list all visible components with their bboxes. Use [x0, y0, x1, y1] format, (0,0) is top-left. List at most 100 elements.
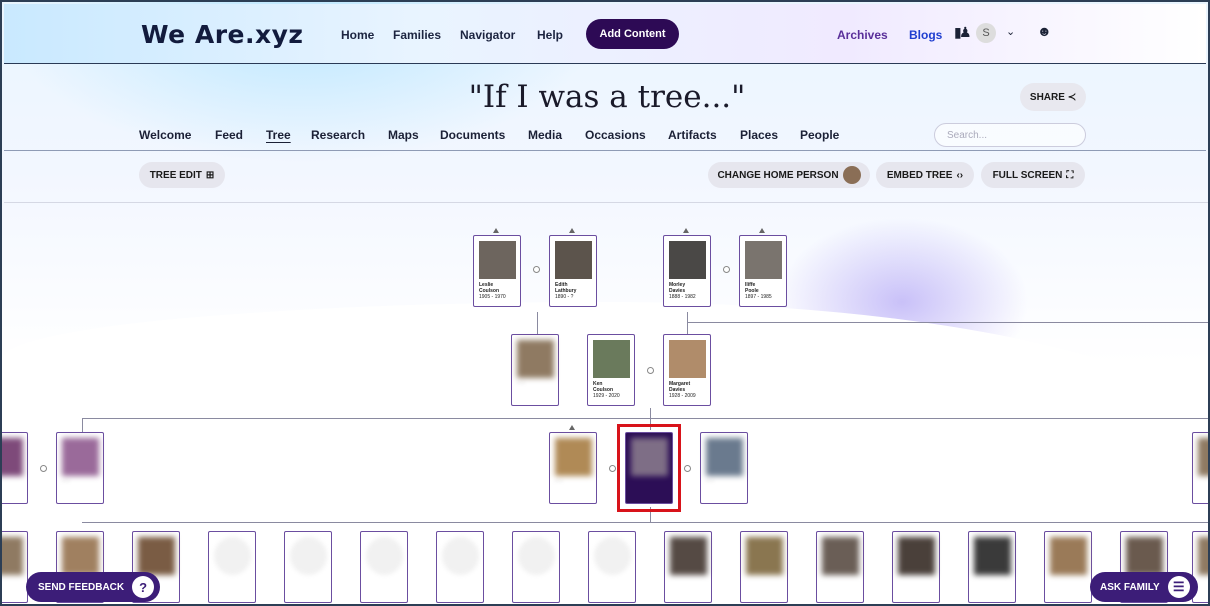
marriage-connector	[40, 465, 47, 472]
tab-media[interactable]: Media	[528, 128, 562, 142]
marriage-connector	[647, 367, 654, 374]
tree-icon: ⊞	[205, 169, 215, 181]
marriage-connector	[533, 266, 540, 273]
person-card[interactable]	[436, 531, 484, 603]
person-name: · · ·	[706, 479, 714, 485]
nav-help[interactable]: Help	[537, 28, 563, 42]
expand-arrow-icon[interactable]	[759, 228, 765, 233]
person-card[interactable]	[1044, 531, 1092, 603]
person-card[interactable]	[208, 531, 256, 603]
person-card-leslie[interactable]: Leslie Coulson 1905 - 1970	[473, 235, 521, 307]
person-card-sibling[interactable]: · · ·	[700, 432, 748, 504]
person-name: Leslie Coulson 1905 - 1970	[479, 282, 506, 300]
person-card[interactable]	[2, 432, 28, 504]
person-name: Iliffe Poole 1897 - 1985	[745, 282, 772, 300]
person-card[interactable]	[2, 531, 28, 603]
embed-label: EMBED TREE	[886, 169, 953, 181]
person-photo	[62, 537, 99, 575]
person-name: · · ·	[555, 479, 563, 485]
marriage-connector	[609, 465, 616, 472]
person-photo	[366, 537, 403, 575]
person-name: Margaret Davies 1928 - 2009	[669, 381, 696, 399]
person-card[interactable]	[816, 531, 864, 603]
person-name: Edith Lathbury 1890 - ?	[555, 282, 577, 300]
person-card[interactable]	[968, 531, 1016, 603]
tab-welcome[interactable]: Welcome	[139, 128, 191, 142]
person-card[interactable]	[284, 531, 332, 603]
search-input[interactable]: Search...	[934, 123, 1086, 147]
person-photo	[214, 537, 251, 575]
person-card-iliffe[interactable]: Iliffe Poole 1897 - 1985	[739, 235, 787, 307]
nav-archives[interactable]: Archives	[837, 28, 888, 42]
brand-logo[interactable]: We Are.xyz	[141, 20, 303, 49]
top-navbar: We Are.xyz Home Families Navigator Help …	[4, 4, 1206, 64]
tab-documents[interactable]: Documents	[440, 128, 505, 142]
tab-people[interactable]: People	[800, 128, 839, 142]
tab-artifacts[interactable]: Artifacts	[668, 128, 717, 142]
person-photo	[479, 241, 516, 279]
tab-feed[interactable]: Feed	[215, 128, 243, 142]
app-frame: We Are.xyz Home Families Navigator Help …	[0, 0, 1210, 606]
person-photo	[517, 340, 554, 378]
expand-arrow-icon[interactable]	[683, 228, 689, 233]
person-card-edith[interactable]: Edith Lathbury 1890 - ?	[549, 235, 597, 307]
tree-line	[82, 522, 1208, 523]
person-photo	[669, 340, 706, 378]
person-card[interactable]	[588, 531, 636, 603]
person-name: Ken Coulson 1929 - 2020	[593, 381, 620, 399]
person-photo	[706, 438, 743, 476]
ask-family-label: ASK FAMILY	[1100, 581, 1160, 593]
person-photo	[1198, 537, 1208, 575]
person-card[interactable]	[360, 531, 408, 603]
chat-icon: ☰	[1167, 576, 1190, 598]
ask-family-button[interactable]: ASK FAMILY ☰	[1090, 572, 1198, 602]
person-photo	[745, 241, 782, 279]
person-card[interactable]	[740, 531, 788, 603]
tab-maps[interactable]: Maps	[388, 128, 419, 142]
tab-occasions[interactable]: Occasions	[585, 128, 646, 142]
person-photo	[555, 438, 592, 476]
person-photo	[974, 537, 1011, 575]
code-icon: ‹›	[956, 169, 964, 181]
person-photo	[822, 537, 859, 575]
expand-arrow-icon[interactable]	[493, 228, 499, 233]
nav-home[interactable]: Home	[341, 28, 374, 42]
tab-research[interactable]: Research	[311, 128, 365, 142]
expand-arrow-icon[interactable]	[569, 228, 575, 233]
bell-icon[interactable]: ♟	[959, 24, 972, 41]
full-screen-button[interactable]: FULL SCREEN ⛶	[981, 162, 1085, 188]
person-card-ken[interactable]: Ken Coulson 1929 - 2020	[587, 334, 635, 406]
person-name: Morley Davies 1888 - 1982	[669, 282, 696, 300]
lightbulb-icon[interactable]: ☻	[1037, 23, 1052, 39]
tab-places[interactable]: Places	[740, 128, 778, 142]
person-photo	[1198, 438, 1208, 476]
nav-navigator[interactable]: Navigator	[460, 28, 515, 42]
tree-edit-button[interactable]: TREE EDIT ⊞	[139, 162, 225, 188]
person-card[interactable]	[892, 531, 940, 603]
person-card[interactable]	[1192, 432, 1208, 504]
expand-arrow-icon[interactable]	[569, 425, 575, 430]
nav-blogs[interactable]: Blogs	[909, 28, 942, 42]
person-photo	[62, 438, 99, 476]
nav-families[interactable]: Families	[393, 28, 441, 42]
person-card-margaret[interactable]: Margaret Davies 1928 - 2009	[663, 334, 711, 406]
tree-line	[537, 312, 538, 334]
embed-tree-button[interactable]: EMBED TREE ‹›	[876, 162, 974, 188]
person-card-aunt[interactable]: · · ·	[511, 334, 559, 406]
change-home-person-button[interactable]: CHANGE HOME PERSON	[708, 162, 870, 188]
chevron-down-icon[interactable]: ⌄	[1006, 25, 1015, 38]
person-card[interactable]	[664, 531, 712, 603]
tree-line	[687, 322, 1208, 323]
tab-tree[interactable]: Tree	[266, 128, 291, 142]
person-name: · · ·	[62, 479, 70, 485]
fullscreen-label: FULL SCREEN	[992, 169, 1063, 181]
avatar[interactable]: S	[976, 23, 996, 43]
person-card-spouse[interactable]: · · ·	[549, 432, 597, 504]
person-photo	[1050, 537, 1087, 575]
add-content-button[interactable]: Add Content	[586, 19, 679, 49]
person-card[interactable]	[512, 531, 560, 603]
share-button[interactable]: SHARE ≺	[1020, 83, 1086, 111]
person-card-morley[interactable]: Morley Davies 1888 - 1982	[663, 235, 711, 307]
send-feedback-button[interactable]: SEND FEEDBACK?	[26, 572, 160, 602]
person-card[interactable]: · · ·	[56, 432, 104, 504]
